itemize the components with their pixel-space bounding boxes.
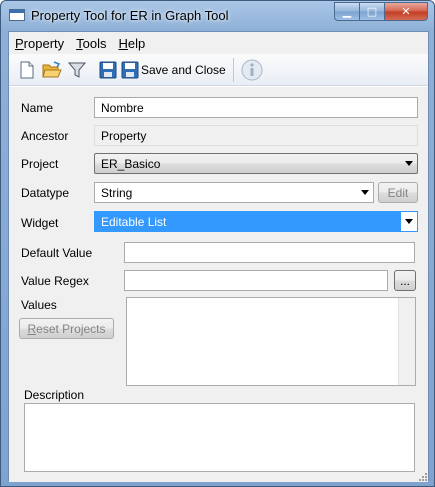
- open-button[interactable]: [40, 58, 64, 82]
- default-value-label: Default Value: [21, 246, 93, 260]
- name-input[interactable]: Nombre: [94, 97, 418, 118]
- toolbar: Save and Close: [9, 54, 428, 86]
- edit-button[interactable]: Edit: [378, 182, 418, 203]
- resize-grip-icon[interactable]: [416, 470, 428, 482]
- info-icon: [241, 59, 263, 80]
- value-regex-input[interactable]: [124, 270, 388, 291]
- values-scrollbar[interactable]: [398, 298, 415, 385]
- reset-projects-button[interactable]: Reset Projects: [19, 318, 114, 339]
- close-button[interactable]: ✕: [385, 2, 428, 21]
- value-regex-label: Value Regex: [21, 274, 89, 288]
- menu-help[interactable]: Help: [119, 36, 146, 51]
- menu-property-label: roperty: [23, 35, 65, 51]
- datatype-select[interactable]: String: [94, 182, 374, 203]
- ancestor-label: Ancestor: [21, 129, 69, 143]
- save-and-close-icon: [121, 61, 139, 78]
- values-label: Values: [21, 298, 57, 312]
- property-form: Name Nombre Ancestor Property Project ER…: [9, 87, 428, 482]
- browse-button[interactable]: ...: [394, 270, 416, 291]
- description-label: Description: [24, 388, 85, 402]
- maximize-icon: □: [366, 5, 378, 18]
- save-and-close-button[interactable]: Save and Close: [121, 58, 226, 82]
- name-label: Name: [21, 101, 54, 115]
- widget-value: Editable List: [101, 215, 167, 229]
- menu-help-label: elp: [127, 35, 146, 51]
- minimize-button[interactable]: ▁: [334, 2, 360, 21]
- datatype-label: Datatype: [21, 186, 70, 200]
- new-button[interactable]: [15, 58, 39, 82]
- maximize-button[interactable]: □: [360, 2, 385, 21]
- menu-bar: Property Tools Help: [9, 32, 428, 54]
- reset-projects-label: eset Projects: [36, 321, 106, 336]
- new-document-icon: [20, 61, 34, 78]
- menu-help-mnemonic: H: [118, 35, 128, 51]
- menu-property[interactable]: Property: [15, 36, 64, 51]
- default-value-input[interactable]: [124, 242, 415, 263]
- project-label: Project: [21, 157, 59, 171]
- menu-tools-label: ools: [82, 35, 107, 51]
- reset-projects-mnemonic: R: [27, 321, 37, 336]
- project-value: ER_Basico: [101, 157, 161, 171]
- datatype-value: String: [101, 186, 133, 200]
- filter-icon: [68, 62, 86, 78]
- close-icon: ✕: [401, 5, 411, 18]
- window-title: Property Tool for ER in Graph Tool: [31, 8, 229, 23]
- widget-dropdown-button[interactable]: [401, 212, 417, 231]
- client-area: Property Tools Help Save and Close Name …: [8, 31, 429, 482]
- values-list[interactable]: [126, 297, 416, 386]
- window-controls: ▁ □ ✕: [334, 2, 428, 21]
- app-icon[interactable]: [9, 9, 25, 21]
- save-and-close-label: Save and Close: [141, 62, 226, 77]
- ancestor-value: Property: [94, 125, 418, 146]
- widget-select[interactable]: Editable List: [94, 211, 418, 232]
- open-folder-icon: [42, 60, 62, 77]
- chevron-down-icon: [361, 190, 369, 195]
- filter-button[interactable]: [65, 58, 89, 82]
- description-textarea[interactable]: [24, 403, 415, 472]
- chevron-down-icon: [405, 161, 413, 166]
- save-button[interactable]: [96, 58, 120, 82]
- application-window: Property Tool for ER in Graph Tool ▁ □ ✕…: [0, 0, 435, 487]
- toolbar-separator: [232, 57, 234, 82]
- project-select[interactable]: ER_Basico: [94, 153, 418, 174]
- chevron-down-icon: [405, 219, 413, 224]
- menu-property-mnemonic: P: [15, 35, 24, 51]
- minimize-icon: ▁: [342, 5, 352, 18]
- title-bar[interactable]: Property Tool for ER in Graph Tool ▁ □ ✕: [1, 1, 434, 31]
- save-icon: [99, 61, 117, 78]
- menu-tools[interactable]: Tools: [76, 36, 106, 51]
- widget-label: Widget: [21, 216, 59, 230]
- info-button[interactable]: [240, 58, 264, 82]
